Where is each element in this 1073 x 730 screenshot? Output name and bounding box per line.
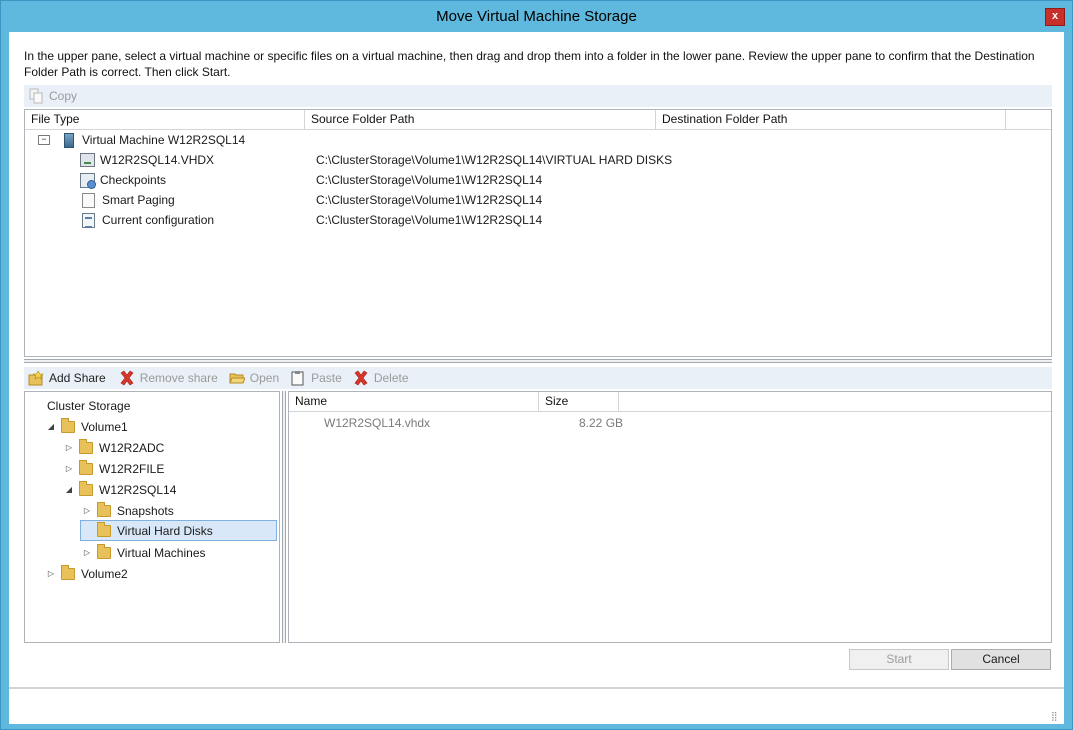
expanded-arrow-icon[interactable]: ◢ bbox=[45, 417, 57, 437]
column-header-size[interactable]: Size bbox=[539, 392, 619, 412]
file-type-cell: Checkpoints bbox=[100, 173, 167, 187]
start-button[interactable]: Start bbox=[849, 649, 949, 670]
folder-icon bbox=[79, 438, 93, 454]
collapsed-arrow-icon[interactable]: ▷ bbox=[81, 543, 93, 563]
server-icon bbox=[64, 132, 74, 148]
upper-toolbar: Copy bbox=[24, 85, 1052, 107]
folder-icon bbox=[97, 521, 111, 537]
collapsed-arrow-icon[interactable]: ▷ bbox=[63, 459, 75, 479]
delete-label: Delete bbox=[373, 371, 409, 385]
paste-label: Paste bbox=[311, 371, 342, 385]
vm-row[interactable]: − Virtual Machine W12R2SQL14 bbox=[38, 130, 245, 150]
pane-splitter[interactable] bbox=[24, 359, 1052, 363]
collapsed-arrow-icon[interactable]: ▷ bbox=[45, 564, 57, 584]
source-path-cell: C:\ClusterStorage\Volume1\W12R2SQL14 bbox=[316, 193, 543, 207]
copy-button[interactable]: Copy bbox=[24, 85, 82, 107]
vertical-splitter[interactable] bbox=[282, 391, 286, 643]
tree-node-label: W12R2ADC bbox=[99, 440, 165, 455]
tree-node-label: Volume1 bbox=[81, 419, 128, 434]
tree-node-virtual-machines[interactable]: ▷ Virtual Machines bbox=[81, 542, 206, 563]
folder-icon bbox=[79, 459, 93, 475]
column-header-name[interactable]: Name bbox=[289, 392, 539, 412]
open-folder-icon bbox=[229, 370, 246, 386]
tree-node-volume2[interactable]: ▷ Volume2 bbox=[45, 563, 128, 584]
dialog-client-area: In the upper pane, select a virtual mach… bbox=[9, 32, 1064, 724]
collapsed-arrow-icon[interactable]: ▷ bbox=[81, 501, 93, 521]
tree-node-volume1[interactable]: ◢ Volume1 bbox=[45, 416, 128, 437]
file-row[interactable]: Checkpoints bbox=[80, 170, 166, 190]
file-type-cell: Smart Paging bbox=[102, 193, 175, 207]
folder-icon bbox=[61, 417, 75, 433]
tree-node-label: Virtual Hard Disks bbox=[117, 523, 213, 538]
add-share-label: Add Share bbox=[49, 371, 106, 385]
folder-icon bbox=[97, 501, 111, 517]
column-header-filler bbox=[619, 392, 1051, 412]
file-name-cell[interactable]: W12R2SQL14.vhdx bbox=[324, 413, 430, 433]
source-path-cell: C:\ClusterStorage\Volume1\W12R2SQL14 bbox=[316, 173, 543, 187]
file-list-pane: Name Size W12R2SQL14.vhdx 8.22 GB bbox=[288, 391, 1052, 643]
resize-grip-icon[interactable]: ⣿ bbox=[1051, 711, 1061, 721]
folder-icon bbox=[97, 543, 111, 559]
column-header-source-path[interactable]: Source Folder Path bbox=[305, 110, 656, 130]
tree-node-w12r2sql14[interactable]: ◢ W12R2SQL14 bbox=[63, 479, 176, 500]
remove-share-button[interactable]: Remove share bbox=[115, 367, 223, 389]
folder-icon bbox=[79, 480, 93, 496]
collapsed-arrow-icon[interactable]: ▷ bbox=[63, 438, 75, 458]
expanded-arrow-icon[interactable]: ◢ bbox=[63, 480, 75, 500]
add-share-button[interactable]: Add Share bbox=[24, 367, 111, 389]
copy-label: Copy bbox=[49, 89, 78, 103]
open-label: Open bbox=[249, 371, 280, 385]
tree-node-label: W12R2FILE bbox=[99, 461, 165, 476]
document-icon bbox=[82, 192, 95, 208]
status-divider bbox=[9, 687, 1064, 689]
paste-button[interactable]: Paste bbox=[286, 367, 347, 389]
tree-node-label: W12R2SQL14 bbox=[99, 482, 177, 497]
add-share-icon bbox=[28, 370, 44, 386]
file-row[interactable]: Current configuration bbox=[82, 210, 214, 230]
remove-share-label: Remove share bbox=[139, 371, 218, 385]
dialog-window: Move Virtual Machine Storage x In the up… bbox=[0, 0, 1073, 730]
source-path-cell: C:\ClusterStorage\Volume1\W12R2SQL14 bbox=[316, 213, 543, 227]
open-button[interactable]: Open bbox=[225, 367, 284, 389]
column-header-file-type[interactable]: File Type bbox=[25, 110, 305, 130]
file-row[interactable]: Smart Paging bbox=[82, 190, 175, 210]
tree-root[interactable]: Cluster Storage bbox=[47, 395, 130, 416]
file-row[interactable]: W12R2SQL14.VHDX bbox=[80, 150, 214, 170]
window-title: Move Virtual Machine Storage bbox=[436, 8, 637, 25]
folder-tree-pane: Cluster Storage ◢ Volume1 ▷ W12R2ADC ▷ W… bbox=[24, 391, 280, 643]
source-path-cell: C:\ClusterStorage\Volume1\W12R2SQL14\VIR… bbox=[316, 153, 673, 167]
tree-node-snapshots[interactable]: ▷ Snapshots bbox=[81, 500, 174, 521]
hard-disk-icon bbox=[80, 153, 95, 167]
column-header-destination-path[interactable]: Destination Folder Path bbox=[656, 110, 1006, 130]
tree-node-w12r2file[interactable]: ▷ W12R2FILE bbox=[63, 458, 164, 479]
close-button[interactable]: x bbox=[1045, 8, 1065, 26]
checkpoint-icon bbox=[80, 172, 96, 189]
lower-toolbar: Add Share Remove share Open Paste Delete bbox=[24, 367, 1052, 389]
collapse-icon[interactable]: − bbox=[38, 135, 50, 145]
folder-icon bbox=[61, 564, 75, 580]
column-header-filler bbox=[1006, 110, 1051, 130]
file-size-cell: 8.22 GB bbox=[579, 416, 624, 430]
paste-icon bbox=[290, 370, 306, 386]
tree-node-label: Volume2 bbox=[81, 566, 128, 581]
upper-pane: File Type Source Folder Path Destination… bbox=[24, 109, 1052, 357]
delete-button[interactable]: Delete bbox=[349, 367, 414, 389]
instructions-text: In the upper pane, select a virtual mach… bbox=[24, 49, 1035, 79]
delete-icon bbox=[353, 370, 369, 386]
tree-node-label: Snapshots bbox=[117, 503, 174, 518]
file-type-cell: W12R2SQL14.VHDX bbox=[100, 153, 215, 167]
cancel-button[interactable]: Cancel bbox=[951, 649, 1051, 670]
tree-node-label: Virtual Machines bbox=[117, 545, 206, 560]
red-x-icon bbox=[119, 370, 135, 386]
tree-node-w12r2adc[interactable]: ▷ W12R2ADC bbox=[63, 437, 164, 458]
tree-node-virtual-hard-disks[interactable]: Virtual Hard Disks bbox=[80, 520, 277, 541]
copy-icon bbox=[28, 88, 44, 104]
vm-label: Virtual Machine W12R2SQL14 bbox=[82, 133, 246, 147]
file-type-cell: Current configuration bbox=[102, 213, 215, 227]
config-icon bbox=[82, 212, 95, 228]
